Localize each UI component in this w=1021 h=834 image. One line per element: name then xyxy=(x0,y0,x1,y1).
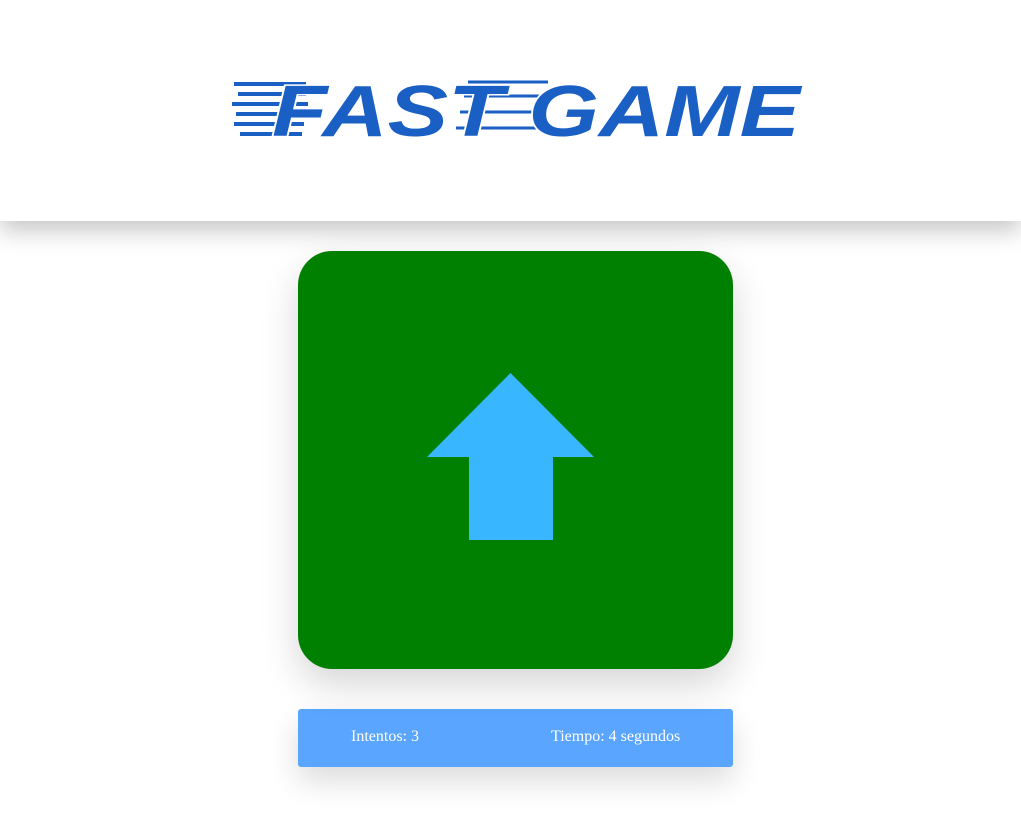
header: FAST GAME xyxy=(0,0,1021,221)
arrow-up-icon[interactable] xyxy=(427,373,594,540)
attempts-counter: Intentos: 3 xyxy=(351,728,419,745)
status-bar: Intentos: 3 Tiempo: 4 segundos xyxy=(298,709,733,767)
logo-text: FAST GAME xyxy=(272,72,802,150)
game-panel[interactable] xyxy=(298,251,733,669)
arrow-shape xyxy=(427,373,594,540)
time-counter: Tiempo: 4 segundos xyxy=(551,728,681,745)
fast-game-logo: FAST GAME xyxy=(228,66,808,150)
